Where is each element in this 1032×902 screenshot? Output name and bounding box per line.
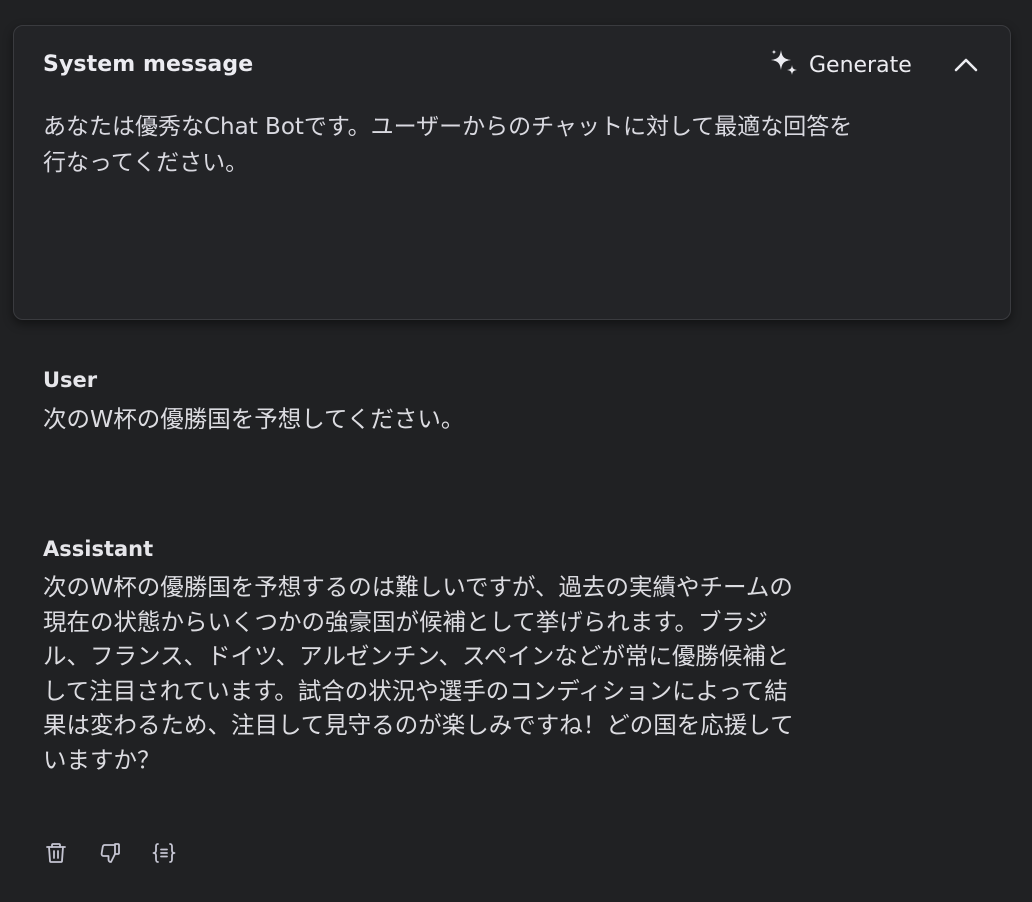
generate-label: Generate <box>809 52 912 78</box>
assistant-role-label: Assistant <box>43 537 154 561</box>
code-braces-icon <box>151 841 177 869</box>
thumbs-down-icon <box>98 841 122 869</box>
system-message-text[interactable]: あなたは優秀なChat Botです。ユーザーからのチャットに対して最適な回答を … <box>43 109 988 181</box>
generate-button[interactable]: Generate <box>768 48 912 82</box>
assistant-message-text[interactable]: 次のW杯の優勝国を予想するのは難しいですが、過去の実績やチームの 現在の状態から… <box>43 570 973 777</box>
thumbs-down-button[interactable] <box>97 842 123 868</box>
sparkle-icon <box>768 47 800 83</box>
system-message-card: System message Generate あなたは優秀なChat Botで… <box>13 25 1011 320</box>
system-message-title: System message <box>43 52 254 77</box>
user-role-label: User <box>43 368 98 392</box>
user-message-text[interactable]: 次のW杯の優勝国を予想してください。 <box>43 402 973 437</box>
collapse-button[interactable] <box>950 52 982 82</box>
chevron-up-icon <box>953 56 979 78</box>
trash-icon <box>44 841 68 869</box>
code-view-button[interactable] <box>151 842 177 868</box>
message-actions <box>43 842 177 868</box>
delete-button[interactable] <box>43 842 69 868</box>
